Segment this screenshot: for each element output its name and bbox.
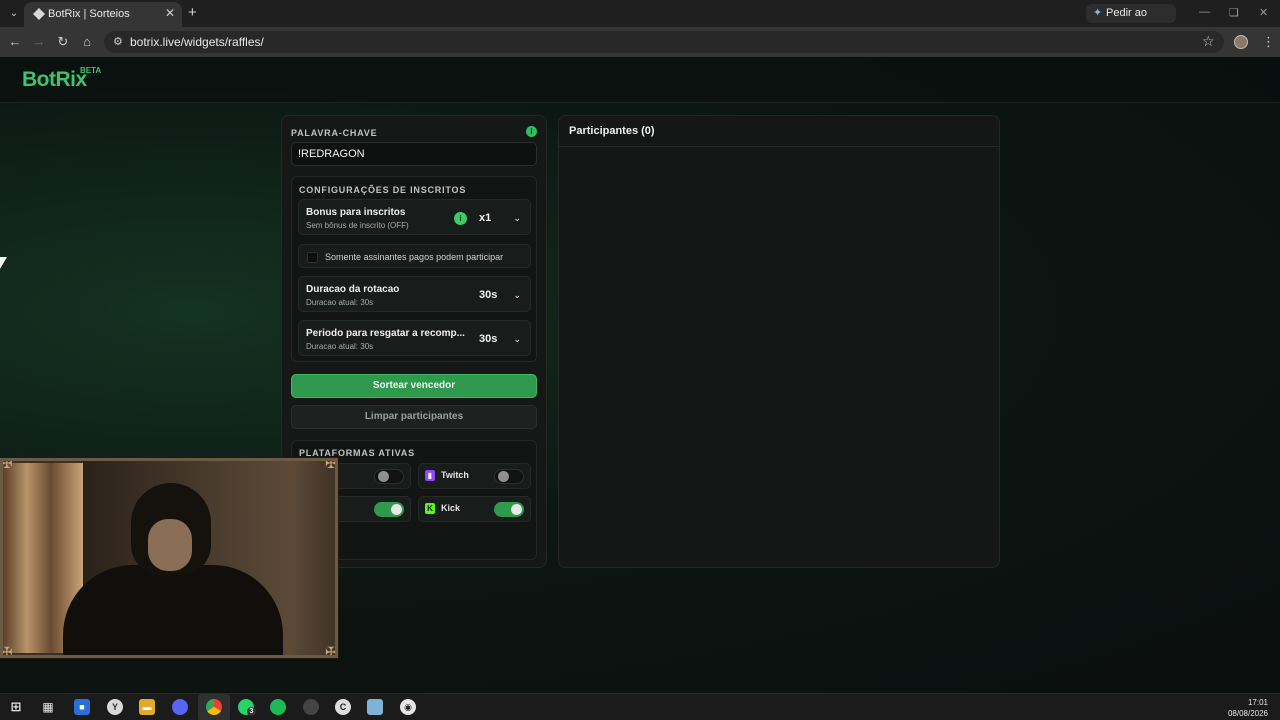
frame-ornament-icon: ✠ xyxy=(1,458,13,471)
chrome-icon[interactable] xyxy=(206,699,222,715)
page-body: BotRix BETA PALAVRA-CHAVE i !REDRAGON CO… xyxy=(0,57,1280,693)
rotation-duration-value: 30s xyxy=(479,289,498,301)
app-icon[interactable] xyxy=(303,699,319,715)
frame-ornament-icon: ✠ xyxy=(325,644,337,658)
new-tab-icon[interactable]: + xyxy=(188,4,197,21)
browser-tab[interactable]: BotRix | Sorteios ✕ xyxy=(24,2,182,27)
whatsapp-badge: 3 xyxy=(247,707,256,716)
subscriber-bonus-row: Bonus para inscritos Sem bônus de inscri… xyxy=(298,199,531,235)
paid-only-row[interactable]: Somente assinantes pagos podem participa… xyxy=(298,244,531,268)
claim-period-subtitle: Duracao atual: 30s xyxy=(306,342,374,351)
platform-item-twitch: ▮ Twitch xyxy=(418,463,531,489)
spotify-icon[interactable] xyxy=(270,699,286,715)
start-icon[interactable]: ⊞ xyxy=(8,699,24,715)
claim-period-row: Periodo para resgatar a recomp... Duraca… xyxy=(298,320,531,356)
discord-icon[interactable] xyxy=(172,699,188,715)
browser-menu-icon[interactable]: ⋮ xyxy=(1262,34,1275,50)
beta-badge: BETA xyxy=(80,66,102,75)
paid-only-checkbox[interactable] xyxy=(307,252,318,263)
youtube-toggle[interactable] xyxy=(374,502,404,517)
keyword-label: PALAVRA-CHAVE xyxy=(291,128,378,138)
restore-icon[interactable]: ❏ xyxy=(1229,6,1239,19)
clear-participants-button[interactable]: Limpar participantes xyxy=(291,405,537,429)
subscriber-settings-heading: CONFIGURAÇÕES DE INSCRITOS xyxy=(299,185,467,195)
mouse-cursor-icon xyxy=(0,257,7,269)
minimize-icon[interactable]: — xyxy=(1199,6,1210,18)
draw-winner-button[interactable]: Sortear vencedor xyxy=(291,374,537,398)
frame-ornament-icon: ✠ xyxy=(1,644,13,658)
reload-icon[interactable]: ↻ xyxy=(55,34,71,50)
site-info-icon[interactable]: ⚙ xyxy=(113,35,123,48)
obs-icon[interactable]: ◉ xyxy=(400,699,416,715)
window-close-icon[interactable]: ✕ xyxy=(1259,6,1268,19)
keyword-input[interactable]: !REDRAGON xyxy=(291,142,537,166)
paid-only-label: Somente assinantes pagos podem participa… xyxy=(325,252,504,262)
bonus-info-icon[interactable]: i xyxy=(454,212,467,225)
claim-period-title: Periodo para resgatar a recomp... xyxy=(306,328,465,339)
botrix-favicon-icon xyxy=(33,8,45,20)
bonus-multiplier-value: x1 xyxy=(479,212,492,224)
clock-time: 17:01 xyxy=(1247,698,1268,707)
task-view-icon[interactable]: ▦ xyxy=(40,699,56,715)
twitch-toggle[interactable] xyxy=(494,469,524,484)
bookmark-star-icon[interactable]: ☆ xyxy=(1202,33,1215,50)
yandex-icon[interactable]: Y xyxy=(107,699,123,715)
keyword-info-icon[interactable]: i xyxy=(526,126,537,137)
platform-item-kick: K Kick xyxy=(418,496,531,522)
toggle-knob xyxy=(391,504,402,515)
kick-icon: K xyxy=(425,503,435,514)
app-icon[interactable] xyxy=(367,699,383,715)
windows-taskbar: ⊞ ▦ ■ Y ▬ 3 C ◉ 17:01 08/08/2026 xyxy=(0,693,1280,720)
rotation-duration-select[interactable]: 30s ⌄ xyxy=(479,286,525,304)
url-text: botrix.live/widgets/raffles/ xyxy=(130,35,264,49)
subscriber-settings: CONFIGURAÇÕES DE INSCRITOS Bonus para in… xyxy=(291,176,537,362)
rotation-duration-title: Duracao da rotacao xyxy=(306,284,400,295)
tab-close-icon[interactable]: ✕ xyxy=(165,6,175,20)
participants-title: Participantes (0) xyxy=(569,125,655,137)
chevron-down-icon: ⌄ xyxy=(513,334,521,344)
site-header: BotRix BETA xyxy=(0,57,1280,103)
home-icon[interactable]: ⌂ xyxy=(79,34,95,50)
participants-panel: Participantes (0) xyxy=(558,115,1000,568)
browser-toolbar: ← → ↻ ⌂ ⚙ botrix.live/widgets/raffles/ ☆ xyxy=(0,27,1280,57)
app-icon[interactable]: C xyxy=(335,699,351,715)
subscriber-bonus-subtitle: Sem bônus de inscrito (OFF) xyxy=(306,221,409,230)
profile-avatar[interactable] xyxy=(1234,35,1248,49)
toggle-knob xyxy=(511,504,522,515)
rotation-duration-subtitle: Duracao atual: 30s xyxy=(306,298,374,307)
folder-icon[interactable]: ▬ xyxy=(139,699,155,715)
browser-tab-strip: ⌄ BotRix | Sorteios ✕ + ✦ Pedir ao Gemin… xyxy=(0,0,1280,38)
webcam-overlay: ✠ ✠ ✠ ✠ xyxy=(0,458,338,658)
address-bar[interactable]: ⚙ botrix.live/widgets/raffles/ ☆ xyxy=(104,31,1224,53)
webcam-person-body xyxy=(63,565,283,655)
clock-date: 08/08/2026 xyxy=(1227,709,1268,718)
app-icon[interactable]: ■ xyxy=(74,699,90,715)
ask-gemini-button[interactable]: ✦ Pedir ao Gemini xyxy=(1086,4,1176,38)
botrix-logo[interactable]: BotRix xyxy=(22,68,87,92)
chevron-down-icon: ⌄ xyxy=(513,290,521,300)
participants-divider xyxy=(559,146,999,147)
gemini-icon: ✦ xyxy=(1093,7,1103,19)
platform-name-twitch: Twitch xyxy=(441,470,469,480)
tab-title: BotRix | Sorteios xyxy=(48,8,130,20)
claim-period-select[interactable]: 30s ⌄ xyxy=(479,330,525,348)
claim-period-value: 30s xyxy=(479,333,498,345)
toggle-knob xyxy=(378,471,389,482)
active-platforms-heading: PLATAFORMAS ATIVAS xyxy=(299,448,415,458)
platform-toggle[interactable] xyxy=(374,469,404,484)
chevron-down-icon: ⌄ xyxy=(513,213,521,223)
frame-ornament-icon: ✠ xyxy=(325,458,337,471)
system-clock[interactable]: 17:01 08/08/2026 xyxy=(1228,697,1268,719)
forward-icon[interactable]: → xyxy=(31,34,47,50)
tab-search-icon[interactable]: ⌄ xyxy=(6,6,22,22)
twitch-icon: ▮ xyxy=(425,470,435,481)
rotation-duration-row: Duracao da rotacao Duracao atual: 30s 30… xyxy=(298,276,531,312)
back-icon[interactable]: ← xyxy=(7,34,23,50)
subscriber-bonus-title: Bonus para inscritos xyxy=(306,207,406,218)
toggle-knob xyxy=(498,471,509,482)
platform-name-kick: Kick xyxy=(441,503,461,513)
bonus-multiplier-select[interactable]: x1 ⌄ xyxy=(479,209,525,227)
webcam-person-face xyxy=(148,519,192,571)
kick-toggle[interactable] xyxy=(494,502,524,517)
